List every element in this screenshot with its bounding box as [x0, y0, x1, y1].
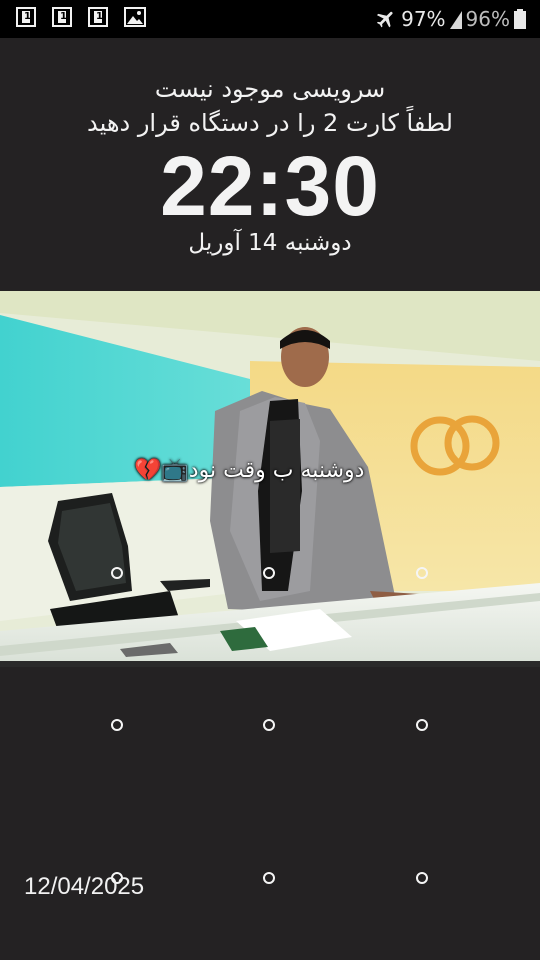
airplane-icon [377, 11, 393, 28]
pattern-dot[interactable] [416, 567, 428, 579]
pattern-dot[interactable] [263, 719, 275, 731]
signal-icon [449, 11, 462, 29]
sim-1-icon: 1 [16, 7, 36, 27]
status-right: 97% 96% [375, 6, 526, 32]
lock-date: دوشنبه 14 آوریل [188, 230, 352, 256]
lock-screen: 1 1 1 97% 96% سرویسی موجود نیست لطفاً کا… [0, 0, 540, 960]
wallpaper-caption: دوشنبه ب وقت نود📺💔 [134, 458, 365, 483]
sim-1-icon: 1 [52, 7, 72, 27]
lock-info: سرویسی موجود نیست لطفاً کارت 2 را در دست… [0, 72, 540, 260]
pattern-dot[interactable] [111, 567, 123, 579]
no-service-text: سرویسی موجود نیست [154, 75, 386, 103]
gallery-icon [124, 7, 146, 27]
battery-percent: 97% [401, 7, 446, 31]
footer-date: 12/04/2025 [24, 873, 145, 900]
pattern-dot[interactable] [416, 872, 428, 884]
pattern-dot[interactable] [416, 719, 428, 731]
status-bar: 1 1 1 97% 96% [0, 0, 540, 38]
pattern-dot[interactable] [263, 872, 275, 884]
pattern-dot[interactable] [111, 719, 123, 731]
battery-percent-secondary: 96% [465, 7, 510, 31]
pattern-dot[interactable] [263, 567, 275, 579]
insert-sim-text: لطفاً کارت 2 را در دستگاه قرار دهید [87, 109, 453, 137]
sim-1-icon: 1 [88, 7, 108, 27]
lock-clock: 22:30 [160, 139, 380, 233]
battery-icon [514, 9, 526, 29]
